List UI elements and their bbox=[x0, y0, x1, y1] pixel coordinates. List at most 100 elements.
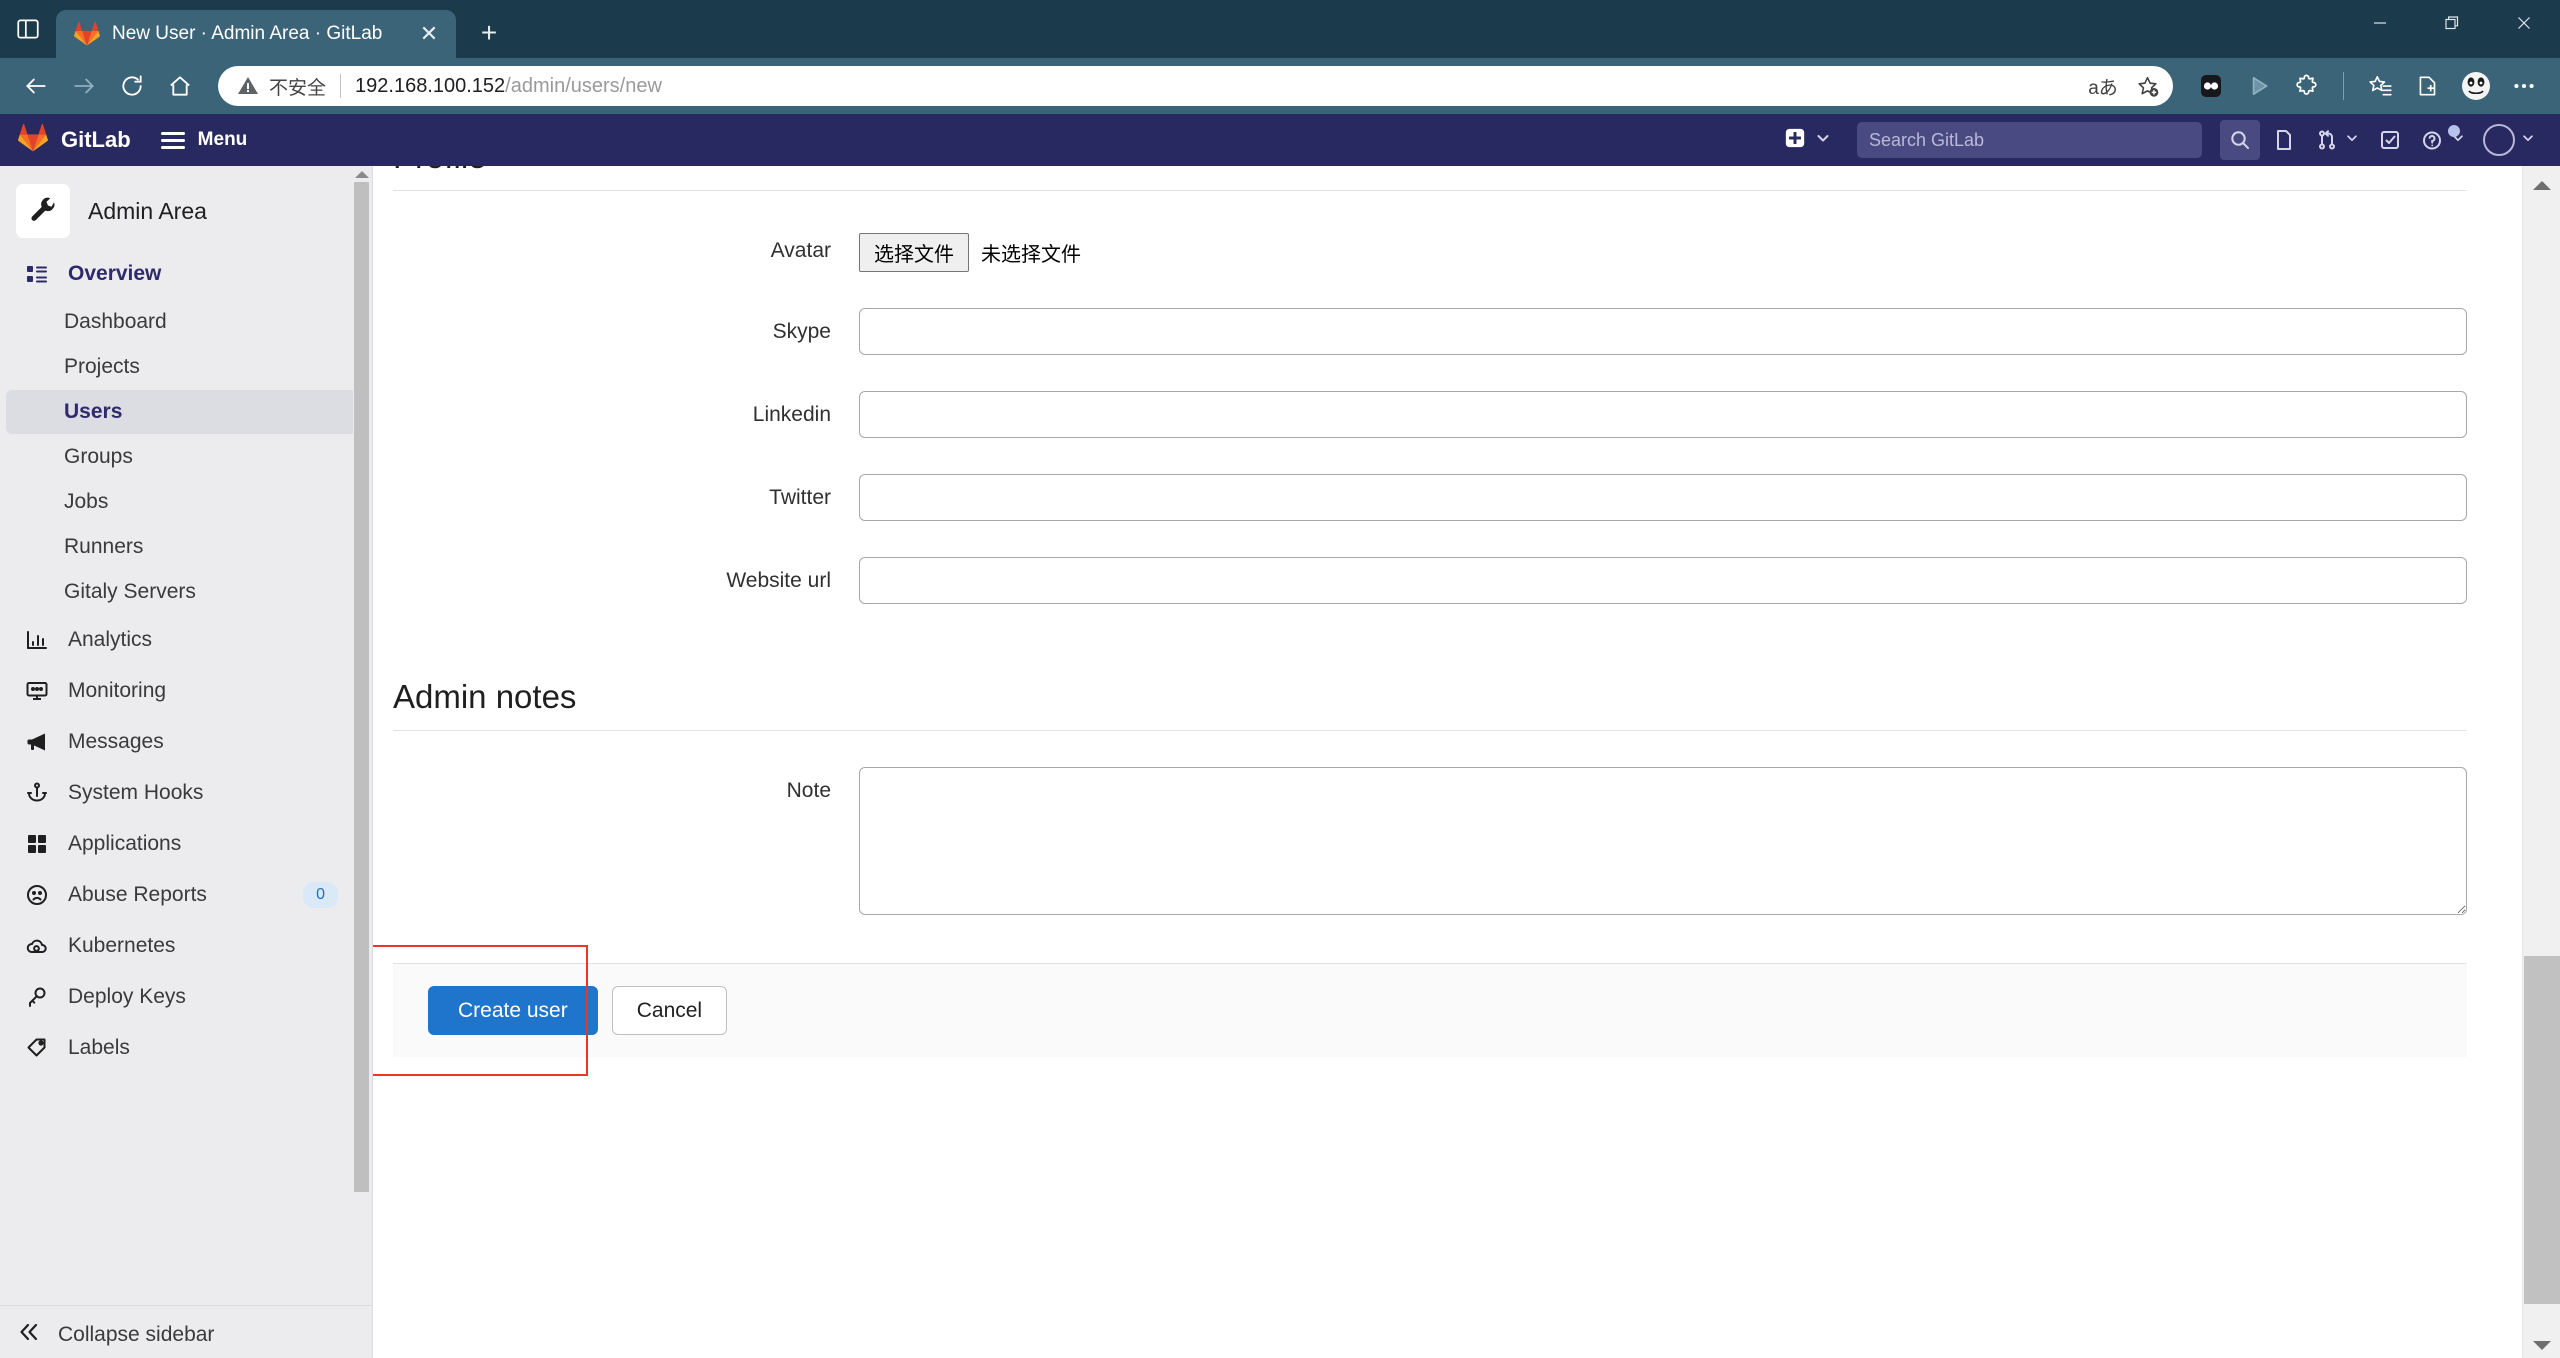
gitlab-logo-icon bbox=[74, 21, 100, 47]
split-screen-icon[interactable] bbox=[2189, 64, 2233, 108]
gitlab-menu-button[interactable]: Menu bbox=[160, 129, 248, 151]
read-aloud-icon[interactable]: aあ bbox=[2083, 66, 2123, 106]
form-row-note: Note bbox=[393, 767, 2467, 915]
overview-icon bbox=[23, 260, 51, 288]
gitlab-home-link[interactable]: GitLab bbox=[18, 123, 131, 158]
sidebar-item-overview[interactable]: Overview bbox=[6, 249, 360, 299]
gitlab-navbar: GitLab Menu bbox=[0, 114, 2560, 166]
main-content-wrapper: Profile Avatar 选择文件 未选择文件 Skype bbox=[373, 166, 2560, 1358]
url-text[interactable]: 192.168.100.152/admin/users/new bbox=[355, 75, 2083, 98]
new-tab-button[interactable]: + bbox=[466, 10, 512, 56]
url-path: /admin/users/new bbox=[505, 74, 662, 97]
avatar-field: 选择文件 未选择文件 bbox=[859, 227, 2467, 272]
profile-avatar-icon[interactable] bbox=[2454, 64, 2498, 108]
scroll-up-arrow-icon[interactable] bbox=[353, 166, 370, 182]
sidebar-scrollbar[interactable] bbox=[353, 166, 370, 1305]
sidebar-item-users[interactable]: Users bbox=[6, 390, 360, 434]
new-user-form: Profile Avatar 选择文件 未选择文件 Skype bbox=[373, 166, 2522, 1358]
sidebar-item-system-hooks[interactable]: System Hooks bbox=[6, 768, 360, 818]
sidebar-item-monitoring[interactable]: Monitoring bbox=[6, 666, 360, 716]
page-scroll-down-arrow-icon[interactable] bbox=[2523, 1326, 2560, 1358]
page-scrollbar[interactable] bbox=[2522, 166, 2560, 1358]
sidebar-item-label: Abuse Reports bbox=[68, 883, 207, 906]
favorites-add-icon[interactable] bbox=[2127, 66, 2167, 106]
twitter-input[interactable] bbox=[859, 474, 2467, 521]
sidebar-item-groups[interactable]: Groups bbox=[6, 435, 360, 479]
skype-field bbox=[859, 308, 2467, 355]
sidebar-scroll-area: Admin Area Overview Dashboard Projects U… bbox=[0, 166, 372, 1305]
security-label: 不安全 bbox=[269, 77, 327, 99]
extensions-puzzle-icon[interactable] bbox=[2285, 64, 2329, 108]
tab-actions-icon[interactable] bbox=[0, 0, 56, 58]
gitlab-brand-text: GitLab bbox=[61, 127, 131, 152]
monitor-icon bbox=[23, 677, 51, 705]
sidebar-item-kubernetes[interactable]: Kubernetes bbox=[6, 921, 360, 971]
avatar-label: Avatar bbox=[770, 239, 831, 262]
sidebar-item-messages[interactable]: Messages bbox=[6, 717, 360, 767]
site-security-indicator[interactable]: 不安全 bbox=[236, 73, 326, 100]
sidebar-item-label: Jobs bbox=[64, 490, 109, 513]
sidebar-item-labels[interactable]: Labels bbox=[6, 1023, 360, 1073]
note-textarea[interactable] bbox=[859, 767, 2467, 915]
reload-icon[interactable] bbox=[110, 64, 154, 108]
forward-icon[interactable] bbox=[62, 64, 106, 108]
page-scrollbar-thumb[interactable] bbox=[2524, 956, 2560, 1304]
sidebar-context-header[interactable]: Admin Area bbox=[0, 174, 372, 248]
file-input-row[interactable]: 选择文件 未选择文件 bbox=[859, 227, 2467, 272]
window-controls bbox=[2344, 0, 2560, 46]
todos-icon[interactable] bbox=[2370, 120, 2410, 160]
sidebar-item-projects[interactable]: Projects bbox=[6, 345, 360, 389]
sidebar-item-analytics[interactable]: Analytics bbox=[6, 615, 360, 665]
sidebar-item-label: Groups bbox=[64, 445, 133, 468]
admin-notes-section-heading: Admin notes bbox=[393, 678, 2467, 731]
sidebar-scrollbar-thumb[interactable] bbox=[354, 182, 369, 1192]
skype-input[interactable] bbox=[859, 308, 2467, 355]
status-badge: 0 bbox=[303, 882, 338, 908]
merge-requests-icon[interactable] bbox=[2308, 120, 2366, 160]
create-new-dropdown[interactable] bbox=[1776, 127, 1839, 154]
sidebar-item-gitaly-servers[interactable]: Gitaly Servers bbox=[6, 570, 360, 614]
page-scroll-up-arrow-icon[interactable] bbox=[2523, 166, 2560, 204]
omnibox-actions: aあ bbox=[2083, 66, 2167, 106]
window-close-button[interactable] bbox=[2488, 0, 2560, 46]
browser-tab-active[interactable]: New User · Admin Area · GitLab ✕ bbox=[56, 10, 456, 58]
website-url-input[interactable] bbox=[859, 557, 2467, 604]
address-bar[interactable]: 不安全 192.168.100.152/admin/users/new aあ bbox=[218, 66, 2173, 106]
create-user-button[interactable]: Create user bbox=[428, 986, 598, 1036]
sidebar-item-dashboard[interactable]: Dashboard bbox=[6, 300, 360, 344]
browser-titlebar: New User · Admin Area · GitLab ✕ + bbox=[0, 0, 2560, 58]
sidebar-item-abuse-reports[interactable]: Abuse Reports 0 bbox=[6, 870, 360, 920]
cancel-button[interactable]: Cancel bbox=[611, 986, 728, 1036]
home-icon[interactable] bbox=[158, 64, 202, 108]
choose-file-button[interactable]: 选择文件 bbox=[859, 233, 969, 272]
gitlab-search-box[interactable] bbox=[1857, 122, 2202, 158]
window-minimize-button[interactable] bbox=[2344, 0, 2416, 46]
website-url-label: Website url bbox=[726, 569, 831, 592]
search-input[interactable] bbox=[1869, 129, 2190, 151]
back-icon[interactable] bbox=[14, 64, 58, 108]
play-icon[interactable] bbox=[2237, 64, 2281, 108]
sidebar-item-deploy-keys[interactable]: Deploy Keys bbox=[6, 972, 360, 1022]
settings-more-icon[interactable] bbox=[2502, 64, 2546, 108]
help-icon[interactable] bbox=[2414, 120, 2472, 160]
search-icon[interactable] bbox=[2220, 120, 2260, 160]
warning-triangle-icon bbox=[238, 77, 258, 94]
form-row-linkedin: Linkedin bbox=[393, 391, 2467, 438]
linkedin-input[interactable] bbox=[859, 391, 2467, 438]
user-menu-button[interactable] bbox=[2476, 120, 2542, 160]
tab-close-icon[interactable]: ✕ bbox=[414, 19, 444, 49]
menu-label: Menu bbox=[197, 129, 248, 150]
collections-icon[interactable] bbox=[2406, 64, 2450, 108]
sidebar-item-runners[interactable]: Runners bbox=[6, 525, 360, 569]
sidebar-item-label: Applications bbox=[68, 832, 182, 855]
window-restore-button[interactable] bbox=[2416, 0, 2488, 46]
chart-bar-icon bbox=[23, 626, 51, 654]
sidebar-item-applications[interactable]: Applications bbox=[6, 819, 360, 869]
file-status-text: 未选择文件 bbox=[981, 244, 1081, 266]
sad-face-icon bbox=[23, 881, 51, 909]
tab-title: New User · Admin Area · GitLab bbox=[112, 23, 383, 44]
issues-icon[interactable] bbox=[2264, 120, 2304, 160]
favorites-list-icon[interactable] bbox=[2358, 64, 2402, 108]
sidebar-item-jobs[interactable]: Jobs bbox=[6, 480, 360, 524]
collapse-sidebar-button[interactable]: Collapse sidebar bbox=[17, 1320, 355, 1350]
